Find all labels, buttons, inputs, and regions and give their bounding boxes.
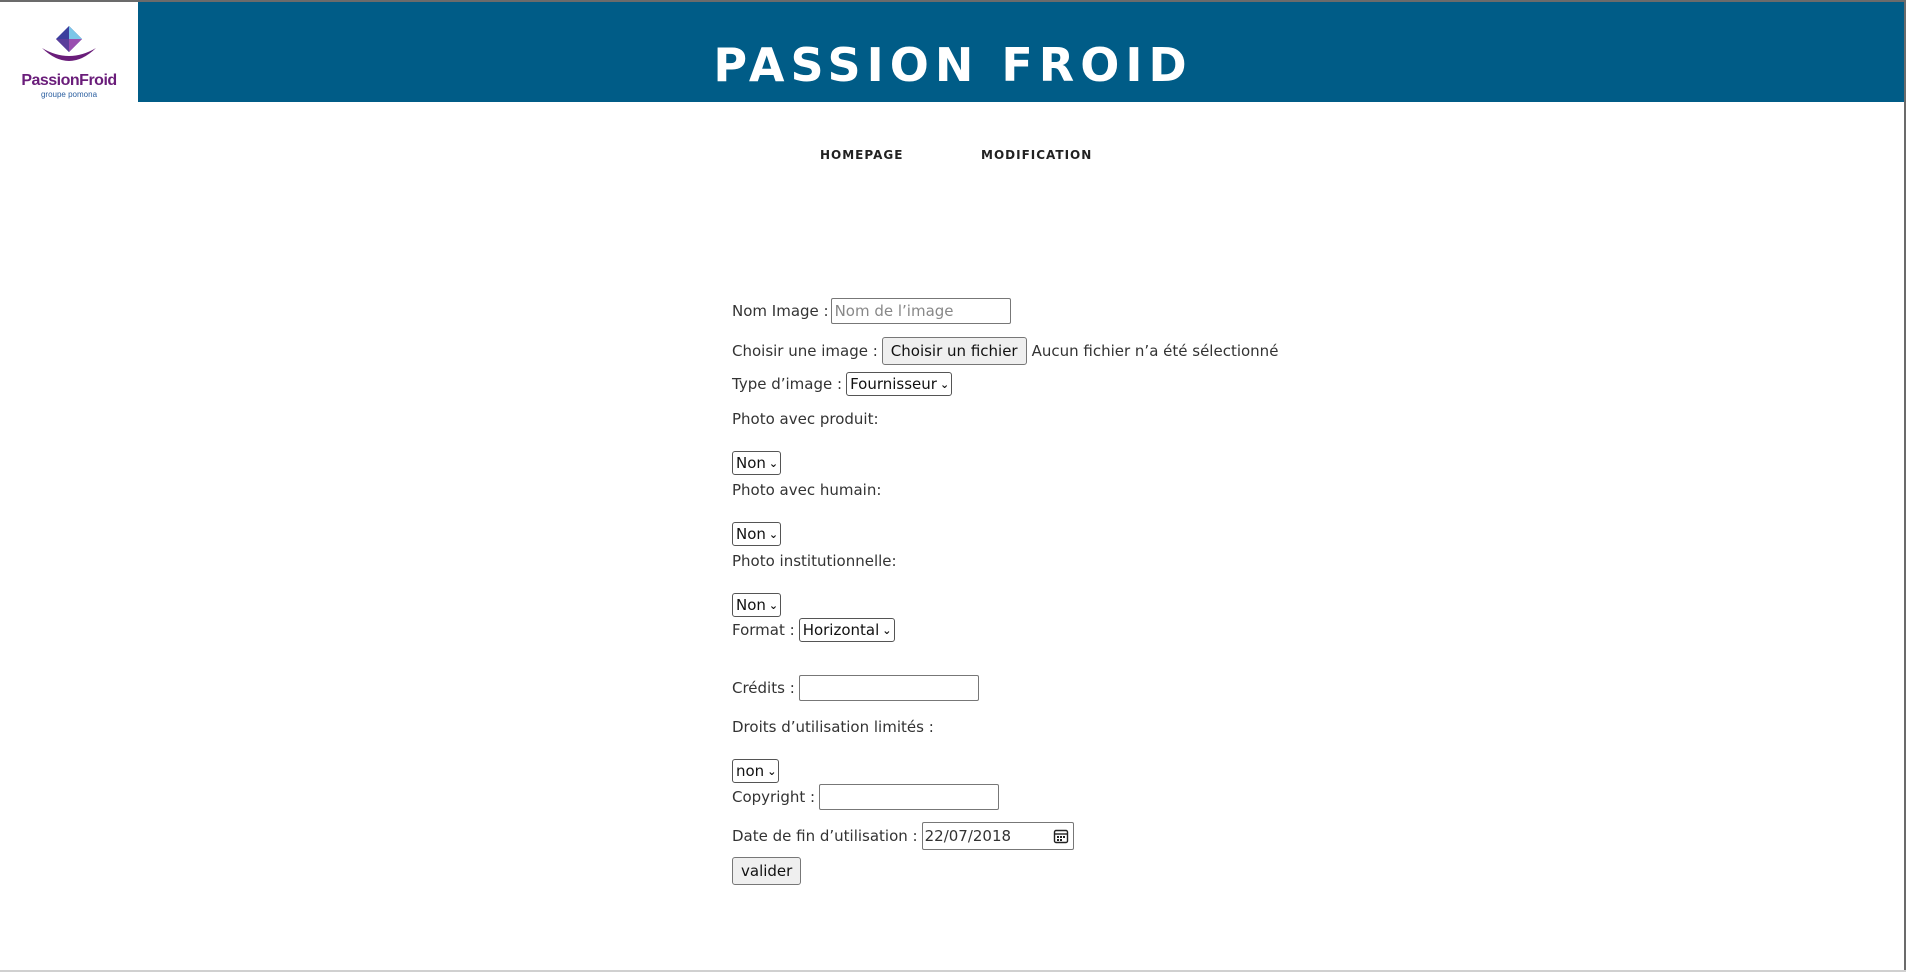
credits-input[interactable] <box>798 675 979 701</box>
photo-institutionnelle-value: Non <box>736 596 766 614</box>
row-submit: valider <box>732 857 802 885</box>
row-droits: non ⌄ <box>732 759 780 783</box>
chevron-down-icon: ⌄ <box>768 527 779 541</box>
credits-label: Crédits : <box>732 679 795 697</box>
nom-image-input[interactable] <box>830 298 1011 324</box>
page-title: PASSION FROID <box>713 38 1193 92</box>
row-photo-produit: Non ⌄ <box>732 451 782 475</box>
row-choisir-image: Choisir une image : Choisir un fichier A… <box>732 337 1278 365</box>
file-status-text: Aucun fichier n’a été sélectionné <box>1031 342 1279 360</box>
row-type-image: Type d’image : Fournisseur ⌄ <box>732 372 953 396</box>
photo-produit-select[interactable]: Non ⌄ <box>732 451 782 475</box>
copyright-input[interactable] <box>819 784 1000 810</box>
nav-link-homepage[interactable]: HOMEPAGE <box>820 148 903 162</box>
valider-button[interactable]: valider <box>732 857 802 885</box>
choose-file-button[interactable]: Choisir un fichier <box>881 337 1027 365</box>
row-credits: Crédits : <box>732 675 979 701</box>
chevron-down-icon: ⌄ <box>767 764 777 778</box>
photo-produit-value: Non <box>736 454 766 472</box>
format-value: Horizontal <box>802 621 880 639</box>
row-nom-image: Nom Image : <box>732 298 1011 324</box>
format-label: Format : <box>732 621 795 639</box>
photo-institutionnelle-select[interactable]: Non ⌄ <box>732 593 782 617</box>
row-copyright: Copyright : <box>732 784 1000 810</box>
date-fin-value: 22/07/2018 <box>924 827 1012 845</box>
row-photo-humain: Non ⌄ <box>732 522 782 546</box>
choisir-image-label: Choisir une image : <box>732 342 878 360</box>
chevron-down-icon: ⌄ <box>768 598 779 612</box>
calendar-icon[interactable] <box>1053 828 1069 844</box>
nav-link-modification[interactable]: MODIFICATION <box>981 148 1092 162</box>
droits-label: Droits d’utilisation limités : <box>732 718 934 736</box>
photo-institutionnelle-label: Photo institutionnelle: <box>732 552 897 570</box>
site-header: PassionFroid groupe pomona PASSION FROID <box>0 2 1906 102</box>
date-fin-input[interactable]: 22/07/2018 <box>921 822 1074 850</box>
row-format: Format : Horizontal ⌄ <box>732 618 895 642</box>
droits-value: non <box>736 762 765 780</box>
format-select[interactable]: Horizontal ⌄ <box>798 618 895 642</box>
type-image-label: Type d’image : <box>732 375 843 393</box>
date-fin-label: Date de fin d’utilisation : <box>732 827 918 845</box>
photo-humain-label: Photo avec humain: <box>732 481 882 499</box>
chevron-down-icon: ⌄ <box>882 623 892 637</box>
photo-humain-select[interactable]: Non ⌄ <box>732 522 782 546</box>
copyright-label: Copyright : <box>732 788 816 806</box>
droits-select[interactable]: non ⌄ <box>732 759 780 783</box>
photo-humain-value: Non <box>736 525 766 543</box>
row-photo-institutionnelle: Non ⌄ <box>732 593 782 617</box>
chevron-down-icon: ⌄ <box>768 456 779 470</box>
type-image-select[interactable]: Fournisseur ⌄ <box>846 372 953 396</box>
row-date-fin: Date de fin d’utilisation : 22/07/2018 <box>732 822 1074 850</box>
nom-image-label: Nom Image : <box>732 302 829 320</box>
type-image-value: Fournisseur <box>850 375 937 393</box>
chevron-down-icon: ⌄ <box>939 377 950 391</box>
photo-produit-label: Photo avec produit: <box>732 410 879 428</box>
